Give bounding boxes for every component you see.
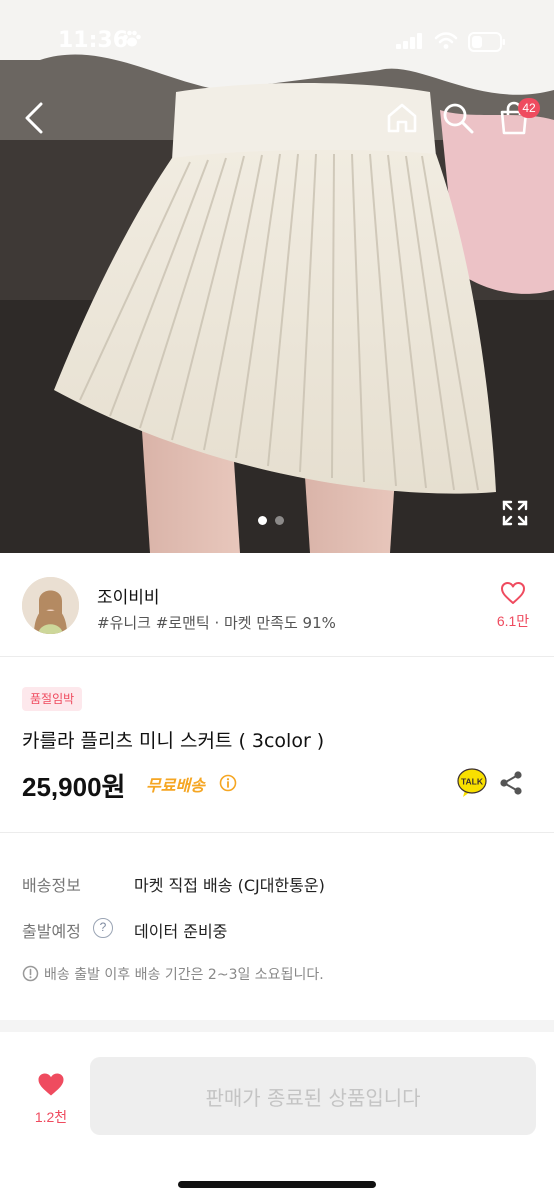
heart-filled-icon — [38, 1073, 64, 1096]
home-indicator — [178, 1181, 376, 1188]
svg-text:TALK: TALK — [461, 777, 484, 787]
favorite-button[interactable]: 1.2천 — [28, 1072, 74, 1127]
status-bar: 11:36 — [0, 0, 554, 80]
hero-nav-bar: 42 — [0, 96, 554, 140]
help-icon[interactable]: ? — [93, 918, 113, 938]
departure-value: 데이터 준비중 — [134, 922, 228, 941]
status-time: 11:36 — [58, 28, 129, 53]
info-icon — [22, 965, 39, 982]
expand-icon[interactable] — [500, 498, 530, 528]
paw-icon — [123, 30, 141, 47]
search-icon — [443, 103, 474, 134]
bottom-action-bar: 1.2천 판매가 종료된 상품입니다 — [0, 1032, 554, 1200]
section-divider — [0, 1020, 554, 1032]
kakao-talk-icon[interactable]: TALK — [457, 768, 487, 798]
back-button[interactable] — [12, 96, 56, 140]
sale-ended-button[interactable]: 판매가 종료된 상품입니다 — [90, 1057, 536, 1135]
pager-dot-active[interactable] — [258, 516, 267, 525]
shop-info-row[interactable]: 조이비비 #유니크 #로맨틱 · 마켓 만족도 91% 6.1만 — [0, 553, 554, 657]
info-icon[interactable] — [219, 774, 237, 792]
home-icon — [387, 103, 417, 133]
product-title: 카를라 플리츠 미니 스커트 ( 3color ) — [22, 730, 325, 752]
delivery-info: 배송정보 마켓 직접 배송 (CJ대한통운) 출발예정 ? 데이터 준비중 배송… — [0, 834, 554, 1020]
product-price: 25,900원 — [22, 772, 126, 802]
cart-button[interactable]: 42 — [492, 96, 540, 140]
wifi-icon — [434, 32, 458, 49]
product-photo — [0, 0, 554, 553]
departure-label: 출발예정 — [22, 922, 81, 941]
delivery-note: 배송 출발 이후 배송 기간은 2~3일 소요됩니다. — [44, 967, 324, 983]
free-shipping-label: 무료배송 — [146, 776, 205, 795]
favorite-count: 1.2천 — [34, 1109, 68, 1125]
shop-name[interactable]: 조이비비 — [97, 583, 160, 608]
cellular-signal-icon — [396, 33, 422, 49]
product-info: 품절임박 카를라 플리츠 미니 스커트 ( 3color ) 25,900원 무… — [0, 658, 554, 833]
shop-avatar[interactable] — [22, 577, 79, 634]
home-button[interactable] — [380, 96, 424, 140]
product-image-carousel[interactable]: 11:36 42 — [0, 0, 554, 553]
delivery-info-label: 배송정보 — [22, 876, 81, 895]
delivery-info-value: 마켓 직접 배송 (CJ대한통운) — [134, 876, 325, 895]
sold-out-soon-badge: 품절임박 — [22, 687, 83, 711]
search-button[interactable] — [436, 96, 480, 140]
battery-icon — [468, 32, 505, 52]
avatar-image — [22, 577, 79, 634]
shop-tags: #유니크 #로맨틱 · 마켓 만족도 91% — [97, 614, 336, 632]
chevron-left-icon — [25, 102, 43, 134]
share-icon[interactable] — [498, 770, 524, 796]
heart-outline-icon — [501, 582, 525, 604]
cart-count-badge: 42 — [518, 98, 540, 118]
carousel-pager — [258, 516, 284, 525]
shop-like-button[interactable]: 6.1만 — [490, 581, 536, 631]
shop-like-count: 6.1만 — [496, 613, 530, 629]
pager-dot[interactable] — [275, 516, 284, 525]
